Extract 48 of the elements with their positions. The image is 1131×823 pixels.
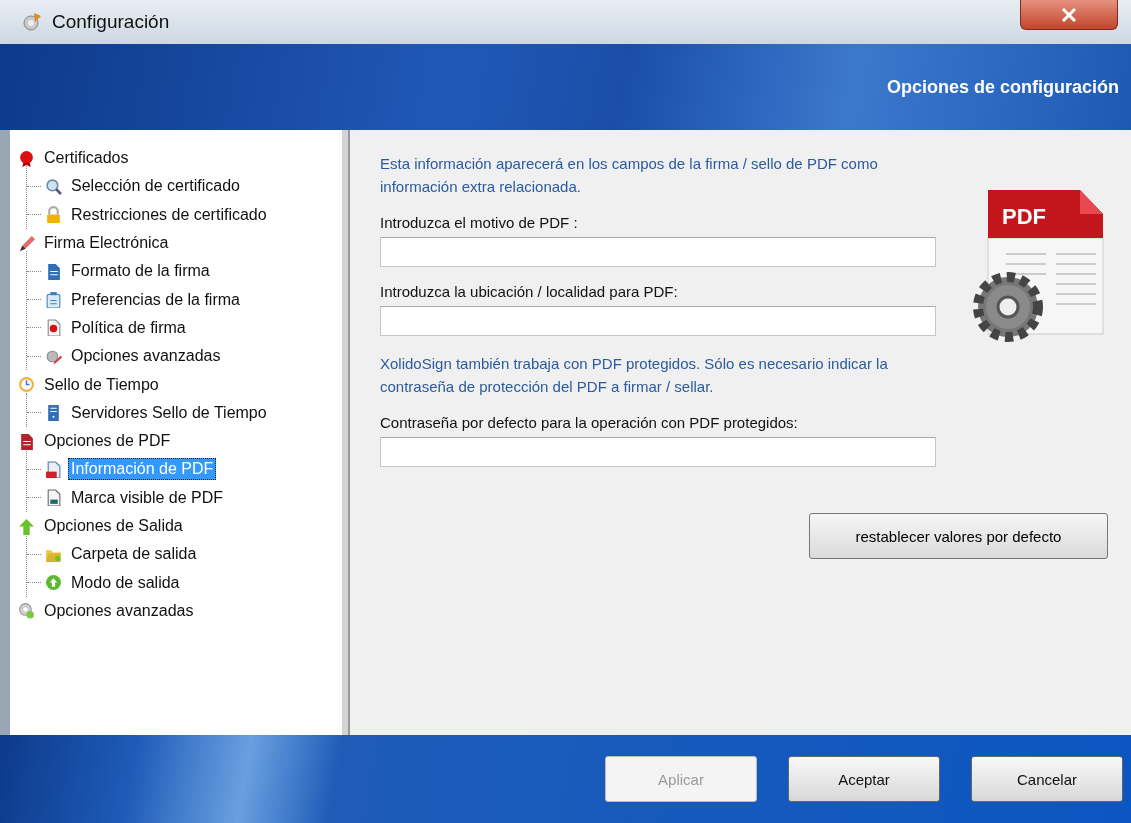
tree-item[interactable]: Certificados (41, 147, 132, 170)
tree-item-icon (18, 517, 35, 535)
tree-item-icon (45, 460, 62, 478)
close-button[interactable] (1020, 0, 1118, 30)
pdf-label: PDF (1002, 204, 1046, 229)
field-label: Introduzca la ubicación / localidad para PDF: (380, 283, 679, 300)
tree-item-icon (45, 177, 62, 195)
tree-item[interactable]: Modo de salida (68, 571, 183, 594)
tree-item[interactable]: Opciones de PDF (41, 430, 174, 453)
close-icon (1061, 7, 1077, 22)
window-title: Configuración (52, 11, 170, 33)
tree-item-icon (45, 489, 62, 507)
tree-item-icon (45, 404, 62, 422)
tree-item[interactable]: Opciones de Salida (41, 515, 186, 537)
input-field[interactable] (380, 237, 936, 267)
info-text: Esta información aparecerá en los campos de la firma / sello de PDF como información extra relacionada. (380, 154, 879, 197)
tree-item[interactable]: Selección de certificado (68, 175, 243, 198)
dialog-button[interactable]: Cancelar (971, 756, 1123, 802)
tree-item-icon (45, 291, 62, 309)
dialog-button[interactable]: Aceptar (788, 756, 940, 802)
tree-item-icon (18, 234, 35, 252)
input-field[interactable] (380, 437, 936, 467)
tree-item[interactable]: Formato de la firma (68, 260, 213, 283)
tree-item-icon (18, 602, 35, 620)
tree-item[interactable]: Preferencias de la firma (68, 288, 243, 311)
header-title: Opciones de configuración (886, 76, 1119, 98)
tree-item[interactable]: Opciones avanzadas (68, 345, 224, 368)
tree-item-icon (18, 149, 35, 167)
app-icon (20, 10, 44, 34)
tree-item[interactable]: Carpeta de salida (68, 543, 200, 566)
input-field[interactable] (380, 306, 936, 336)
tree-item-icon (18, 376, 35, 393)
field-label: Introduzca el motivo de PDF : (380, 214, 579, 231)
tree-item[interactable]: Restricciones de certificado (68, 203, 270, 226)
tree-item[interactable]: Sello de Tiempo (41, 373, 162, 396)
tree-item-icon (45, 574, 62, 592)
tree-item[interactable]: Marca visible de PDF (68, 486, 227, 509)
tree-item-icon (45, 319, 62, 337)
tree-item[interactable]: Política de firma (68, 316, 189, 339)
tree-item-icon (45, 206, 62, 224)
tree-item-icon (45, 262, 62, 280)
field-label: Contraseña por defecto para la operación con PDF protegidos: (380, 414, 799, 431)
tree-item-icon (18, 432, 35, 450)
tree-item[interactable]: Opciones avanzadas (41, 599, 197, 622)
tree-item[interactable]: Firma Electrónica (41, 232, 172, 255)
info-text: XolidoSign también trabaja con PDF protegidos. Sólo es necesario indicar la contraseña de protección del PDF a firmar / sellar. (380, 354, 889, 397)
tree-item[interactable]: Servidores Sello de Tiempo (68, 401, 270, 424)
reset-button[interactable]: restablecer valores por defecto (809, 513, 1108, 559)
